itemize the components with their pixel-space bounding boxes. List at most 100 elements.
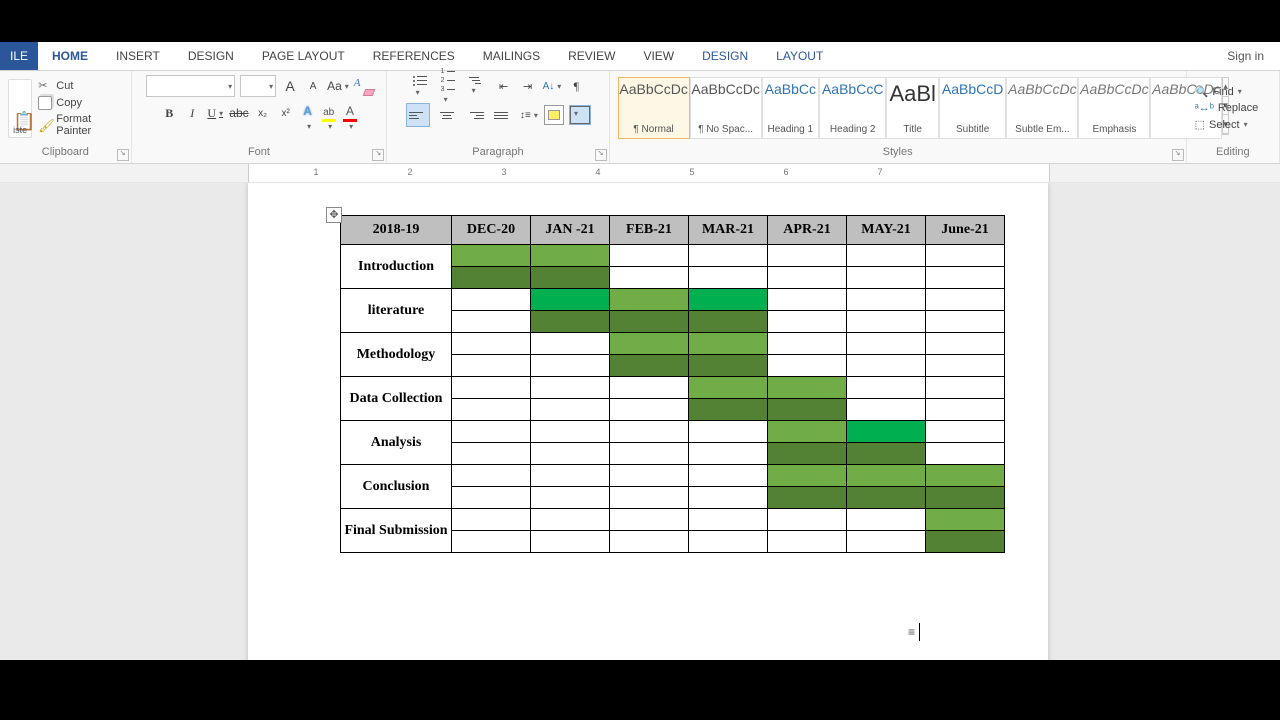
task-label[interactable]: Methodology <box>341 333 452 377</box>
gantt-cell[interactable] <box>610 245 689 267</box>
sort-button[interactable]: A↓ <box>543 76 562 96</box>
gantt-cell[interactable] <box>531 531 610 553</box>
gantt-cell[interactable] <box>926 267 1005 289</box>
column-header[interactable]: MAR-21 <box>689 216 768 245</box>
gantt-cell[interactable] <box>689 311 768 333</box>
horizontal-ruler[interactable]: 1234567 <box>0 164 1280 183</box>
tab-table-design[interactable]: DESIGN <box>688 42 762 70</box>
gantt-cell[interactable] <box>847 245 926 267</box>
gantt-cell[interactable] <box>847 531 926 553</box>
gantt-cell[interactable] <box>689 465 768 487</box>
replace-button[interactable]: ᵃ↔ᵇ Replace <box>1195 102 1259 114</box>
gantt-cell[interactable] <box>768 465 847 487</box>
gantt-cell[interactable] <box>847 377 926 399</box>
subscript-button[interactable]: x₂ <box>254 103 272 123</box>
gantt-cell[interactable] <box>926 333 1005 355</box>
gantt-cell[interactable] <box>452 421 531 443</box>
style-heading-1[interactable]: AaBbCcHeading 1 <box>762 77 819 139</box>
gantt-cell[interactable] <box>610 509 689 531</box>
gantt-cell[interactable] <box>847 509 926 531</box>
styles-dialog-launcher[interactable]: ↘ <box>1172 149 1184 161</box>
font-color-button[interactable]: A <box>342 104 358 122</box>
gantt-cell[interactable] <box>768 311 847 333</box>
gantt-cell[interactable] <box>689 421 768 443</box>
gantt-cell[interactable] <box>847 333 926 355</box>
gantt-cell[interactable] <box>768 509 847 531</box>
gantt-cell[interactable] <box>926 377 1005 399</box>
gantt-cell[interactable] <box>689 509 768 531</box>
find-button[interactable]: 🔍 Find ▾ <box>1195 85 1259 98</box>
format-painter-button[interactable]: 🖌 Format Painter <box>38 113 122 137</box>
grow-font-button[interactable]: A <box>281 76 299 96</box>
tab-file[interactable]: ILE <box>0 42 38 70</box>
gantt-cell[interactable] <box>452 245 531 267</box>
gantt-cell[interactable] <box>768 399 847 421</box>
font-name-combo[interactable] <box>146 75 235 97</box>
gantt-cell[interactable] <box>452 487 531 509</box>
tab-page-layout[interactable]: PAGE LAYOUT <box>248 42 359 70</box>
gantt-cell[interactable] <box>926 465 1005 487</box>
gantt-cell[interactable] <box>926 289 1005 311</box>
task-label[interactable]: Introduction <box>341 245 452 289</box>
underline-button[interactable]: U <box>206 103 224 123</box>
gantt-cell[interactable] <box>768 267 847 289</box>
shrink-font-button[interactable]: A <box>304 76 322 96</box>
gantt-cell[interactable] <box>610 487 689 509</box>
gantt-cell[interactable] <box>926 245 1005 267</box>
gantt-cell[interactable] <box>610 377 689 399</box>
gantt-cell[interactable] <box>610 421 689 443</box>
gantt-cell[interactable] <box>531 267 610 289</box>
tab-view[interactable]: VIEW <box>629 42 688 70</box>
gantt-cell[interactable] <box>452 355 531 377</box>
gantt-cell[interactable] <box>926 311 1005 333</box>
gantt-cell[interactable] <box>452 531 531 553</box>
gantt-cell[interactable] <box>847 311 926 333</box>
gantt-cell[interactable] <box>452 377 531 399</box>
gantt-cell[interactable] <box>926 443 1005 465</box>
multilevel-list-button[interactable] <box>467 75 489 97</box>
font-dialog-launcher[interactable]: ↘ <box>372 149 384 161</box>
style--normal[interactable]: AaBbCcDc¶ Normal <box>618 77 690 139</box>
gantt-cell[interactable] <box>452 443 531 465</box>
document-area[interactable]: ✥ 2018-19DEC-20JAN -21FEB-21MAR-21APR-21… <box>0 183 1280 660</box>
numbering-button[interactable]: 1 2 3 <box>439 75 461 97</box>
gantt-cell[interactable] <box>689 267 768 289</box>
tab-home[interactable]: HOME <box>38 42 102 70</box>
align-right-button[interactable] <box>464 104 486 126</box>
gantt-cell[interactable] <box>531 487 610 509</box>
gantt-cell[interactable] <box>531 289 610 311</box>
cut-button[interactable]: ✂ Cut <box>38 79 122 93</box>
style-heading-2[interactable]: AaBbCcCHeading 2 <box>819 77 886 139</box>
tab-design[interactable]: DESIGN <box>174 42 248 70</box>
gantt-cell[interactable] <box>531 355 610 377</box>
gantt-cell[interactable] <box>531 399 610 421</box>
gantt-cell[interactable] <box>531 465 610 487</box>
gantt-table[interactable]: 2018-19DEC-20JAN -21FEB-21MAR-21APR-21MA… <box>340 215 1005 553</box>
line-spacing-button[interactable]: ↕≡ <box>520 105 538 125</box>
gantt-cell[interactable] <box>531 245 610 267</box>
gantt-cell[interactable] <box>689 245 768 267</box>
column-header[interactable]: MAY-21 <box>847 216 926 245</box>
style-subtle-em-[interactable]: AaBbCcDcSubtle Em... <box>1006 77 1078 139</box>
task-label[interactable]: Analysis <box>341 421 452 465</box>
gantt-cell[interactable] <box>610 531 689 553</box>
style-title[interactable]: AaBlTitle <box>886 77 938 139</box>
column-header[interactable]: JAN -21 <box>531 216 610 245</box>
gantt-cell[interactable] <box>689 333 768 355</box>
table-move-handle[interactable]: ✥ <box>326 207 342 223</box>
gantt-cell[interactable] <box>610 267 689 289</box>
bullets-button[interactable] <box>411 75 433 97</box>
style--no-spac-[interactable]: AaBbCcDc¶ No Spac... <box>690 77 762 139</box>
gantt-cell[interactable] <box>610 289 689 311</box>
decrease-indent-button[interactable]: ⇤ <box>495 76 513 96</box>
gantt-cell[interactable] <box>768 531 847 553</box>
gantt-cell[interactable] <box>768 289 847 311</box>
gantt-cell[interactable] <box>610 355 689 377</box>
signin-link[interactable]: Sign in <box>1227 49 1280 63</box>
gantt-cell[interactable] <box>847 267 926 289</box>
gantt-cell[interactable] <box>768 377 847 399</box>
task-label[interactable]: Final Submission <box>341 509 452 553</box>
tab-references[interactable]: REFERENCES <box>359 42 469 70</box>
gantt-cell[interactable] <box>689 377 768 399</box>
column-header[interactable]: DEC-20 <box>452 216 531 245</box>
